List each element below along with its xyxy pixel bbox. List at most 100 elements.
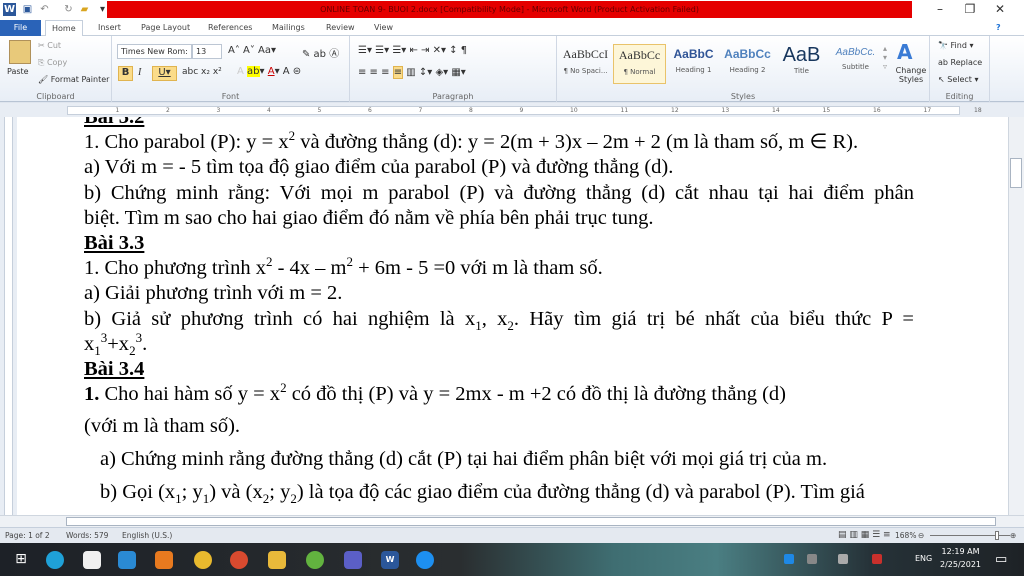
ruler-tick: 18 <box>974 107 982 114</box>
paragraph-line: 1. Cho parabol (P): y = x2 và đường thẳn… <box>84 129 914 155</box>
tray-icon[interactable] <box>872 554 882 564</box>
paragraph-group: ☰▾ ☰▾ ☰▾ ⇤ ⇥ ✕▾ ↕ ¶ ≡ ≡ ≡ ≡ ▥ ↕▾ ◈▾ ▦▾ P… <box>350 36 557 102</box>
restore-button[interactable]: ❐ <box>955 2 985 18</box>
chrome-icon[interactable] <box>194 551 212 569</box>
open-folder-icon[interactable]: ▰ <box>78 3 91 16</box>
app-icon[interactable] <box>306 551 324 569</box>
save-icon[interactable]: ▣ <box>21 3 34 16</box>
zoom-out-button[interactable]: ⊖ <box>918 528 924 543</box>
cut-button[interactable]: ✂ Cut <box>38 41 61 50</box>
select-button[interactable]: ↖ Select ▾ <box>938 75 979 84</box>
font-name-select[interactable]: Times New Rom: <box>117 44 192 59</box>
notifications-icon[interactable]: ▭ <box>995 552 1007 567</box>
media-icon[interactable] <box>155 551 173 569</box>
edge-icon[interactable] <box>46 551 64 569</box>
ruler-tick: 3 <box>216 107 221 114</box>
language[interactable]: English (U.S.) <box>122 528 172 543</box>
start-icon[interactable]: ⊞ <box>12 551 30 569</box>
text-effects-icon[interactable]: A ab▾ A▾ A ⊜ <box>237 66 301 77</box>
style-heading-1[interactable]: AaBbC Heading 1 <box>667 44 720 84</box>
paragraph-line: b) Chứng minh rằng: Với mọi m parabol (P… <box>84 181 914 206</box>
grow-font-icon[interactable]: A˄ A˅ Aa▾ <box>228 45 276 56</box>
paste-icon <box>9 40 31 64</box>
style-heading-2[interactable]: AaBbCc Heading 2 <box>721 44 774 84</box>
change-styles-button[interactable]: Change Styles <box>895 66 927 84</box>
text-run: ; y <box>269 480 291 503</box>
style-name: Heading 2 <box>729 66 766 74</box>
style-name: Subtitle <box>841 63 869 71</box>
teams-icon[interactable] <box>344 551 362 569</box>
status-bar: Page: 1 of 2 Words: 579 English (U.S.) ▤… <box>0 527 1024 543</box>
section-heading: Bài 3.4 <box>84 357 914 382</box>
word-taskbar-icon[interactable]: W <box>381 551 399 569</box>
paragraph-line: 1. Cho phương trình x2 - 4x – m2 + 6m - … <box>84 255 914 281</box>
redo-icon[interactable]: ↻ <box>62 3 75 16</box>
strike-sub-sup-icons[interactable]: abc x₂ x² <box>182 67 222 77</box>
style-normal[interactable]: AaBbCc ¶ Normal <box>613 44 666 84</box>
document-body[interactable]: Bài 3.2 1. Cho parabol (P): y = x2 và đườ… <box>84 117 914 505</box>
tab-home[interactable]: Home <box>45 20 83 36</box>
input-language[interactable]: ENG <box>915 554 932 563</box>
style-no-spacing[interactable]: AaBbCcI ¶ No Spaci... <box>559 44 612 84</box>
word-count[interactable]: Words: 579 <box>66 528 108 543</box>
text-run: ; y <box>181 480 203 503</box>
align-icons[interactable]: ≡ ≡ ≡ ≡ ▥ ↕▾ ◈▾ ▦▾ <box>358 66 466 79</box>
mail-icon[interactable] <box>118 551 136 569</box>
format-painter-button[interactable]: 🖌 Format Painter <box>38 75 109 84</box>
zoom-level[interactable]: 168% <box>895 528 916 543</box>
tab-references[interactable]: References <box>202 20 258 36</box>
zoom-slider-thumb[interactable] <box>995 531 999 540</box>
styles-scroll[interactable]: ▴ ▾ ▿ <box>883 44 887 71</box>
close-button[interactable]: ✕ <box>985 2 1015 18</box>
help-icon[interactable]: ? <box>990 20 1007 36</box>
title-bar: W ▣ ↶ ↻ ▰ ▾ ONLINE TOAN 9- BUOI 2.docx [… <box>0 0 1024 20</box>
tab-file[interactable]: File <box>0 20 41 36</box>
style-subtitle[interactable]: AaBbCc. Subtitle <box>829 44 882 84</box>
tray-icon[interactable] <box>807 554 817 564</box>
italic-button[interactable]: I <box>138 67 141 78</box>
style-title[interactable]: AaB Title <box>775 44 828 84</box>
paragraph-line: a) Chứng minh rằng đường thẳng (d) cắt (… <box>84 447 914 472</box>
page-count[interactable]: Page: 1 of 2 <box>5 528 50 543</box>
store-icon[interactable] <box>83 551 101 569</box>
time: 12:19 AM <box>941 547 980 556</box>
tray-icon[interactable] <box>838 554 848 564</box>
copy-button[interactable]: ⎘ Copy <box>38 58 67 68</box>
list-icons[interactable]: ☰▾ ☰▾ ☰▾ ⇤ ⇥ ✕▾ ↕ ¶ <box>358 45 467 56</box>
find-button[interactable]: 🔭 Find ▾ <box>938 41 973 50</box>
ruler-tick: 4 <box>267 107 271 114</box>
minimize-button[interactable]: – <box>925 2 955 18</box>
zoom-in-button[interactable]: ⊕ <box>1010 528 1016 543</box>
tab-review[interactable]: Review <box>320 20 361 36</box>
clock[interactable]: 12:19 AM 2/25/2021 <box>940 547 981 569</box>
tab-view[interactable]: View <box>368 20 399 36</box>
tab-page-layout[interactable]: Page Layout <box>135 20 196 36</box>
bold-button[interactable]: B <box>118 66 133 81</box>
view-buttons[interactable]: ▤ ▥ ▦ ☰ ≡ <box>838 528 891 543</box>
ruler-tick: 17 <box>923 107 932 114</box>
paste-button[interactable]: Paste <box>7 67 29 76</box>
undo-icon[interactable]: ↶ <box>38 3 51 16</box>
document-page[interactable]: Bài 3.2 1. Cho parabol (P): y = x2 và đườ… <box>17 117 1008 515</box>
tab-mailings[interactable]: Mailings <box>266 20 311 36</box>
editing-group: 🔭 Find ▾ ab Replace ↖ Select ▾ Editing <box>930 36 990 102</box>
tray-icon[interactable] <box>784 554 794 564</box>
clear-format-icon[interactable]: ✎ ab Ⓐ <box>302 45 339 60</box>
horizontal-scroll-thumb[interactable] <box>66 517 996 526</box>
replace-button[interactable]: ab Replace <box>938 58 982 67</box>
vertical-scroll-thumb[interactable] <box>1010 158 1022 188</box>
text-run: , x <box>481 307 508 330</box>
font-size-select[interactable]: 13 <box>192 44 222 59</box>
ruler-tick: 9 <box>519 107 524 114</box>
underline-button[interactable]: U▾ <box>152 66 177 81</box>
select-label: Select <box>947 75 972 84</box>
paragraph-line: biệt. Tìm m sao cho hai giao điểm đó nằm… <box>84 206 914 231</box>
style-preview: AaBbC <box>673 47 714 61</box>
tab-insert[interactable]: Insert <box>92 20 127 36</box>
clipboard-label: Clipboard <box>36 92 75 101</box>
ruler-scale[interactable]: 1 2 3 4 5 6 7 8 9 10 11 12 13 14 15 16 17 18 <box>67 106 982 115</box>
coc-coc-icon[interactable] <box>230 551 248 569</box>
zalo-icon[interactable] <box>416 551 434 569</box>
file-explorer-icon[interactable] <box>268 551 286 569</box>
style-preview: AaBbCc. <box>835 47 876 58</box>
